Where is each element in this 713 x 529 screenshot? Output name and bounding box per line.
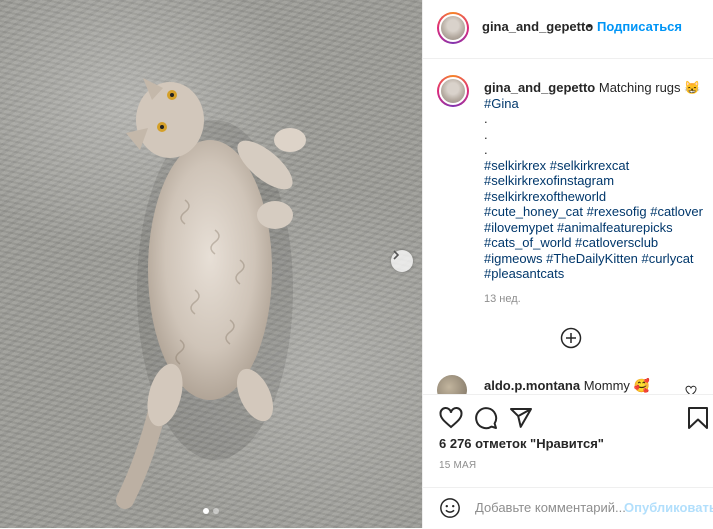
comment-body: Mommy 🥰 bbox=[583, 378, 650, 393]
caption-dot: . bbox=[484, 111, 488, 126]
carousel-dot bbox=[213, 508, 219, 514]
plus-circle-icon[interactable] bbox=[560, 327, 582, 349]
author-avatar[interactable] bbox=[437, 12, 469, 44]
carousel-indicator bbox=[0, 508, 422, 514]
commenter-avatar[interactable] bbox=[437, 375, 467, 394]
add-comment-bar: Опубликовать bbox=[423, 487, 713, 529]
post-header: gina_and_gepetto • Подписаться bbox=[423, 0, 713, 59]
separator-dot: • bbox=[587, 18, 592, 33]
caption-username[interactable]: gina_and_gepetto bbox=[484, 80, 595, 95]
cat-illustration bbox=[116, 78, 306, 509]
hashtag-line[interactable]: #pleasantcats bbox=[484, 266, 704, 282]
caption-body: Matching rugs 😸 bbox=[598, 80, 701, 95]
hashtag-line[interactable]: #igmeows #TheDailyKitten #curlycat bbox=[484, 251, 704, 267]
caption-text: gina_and_gepetto Matching rugs 😸 #Gina .… bbox=[484, 80, 704, 282]
hashtag-line[interactable]: #selkirkrex #selkirkrexcat bbox=[484, 158, 704, 174]
hashtag-line[interactable]: #cute_honey_cat #rexesofig #catlover bbox=[484, 204, 704, 220]
caption-time: 13 нед. bbox=[484, 293, 521, 305]
comment-text: aldo.p.montana Mommy 🥰 bbox=[484, 378, 650, 394]
like-count[interactable]: 6 276 отметок "Нравится" bbox=[439, 436, 604, 451]
hashtag-line[interactable]: #selkirkrexofinstagram bbox=[484, 173, 704, 189]
post-dialog: gina_and_gepetto • Подписаться gina_and_… bbox=[0, 0, 713, 528]
hashtag-line[interactable]: #ilovemypet #animalfeaturepicks bbox=[484, 220, 704, 236]
bookmark-icon[interactable] bbox=[687, 406, 709, 430]
chevron-right-icon bbox=[393, 250, 400, 260]
comments-area: gina_and_gepetto Matching rugs 😸 #Gina .… bbox=[423, 59, 713, 394]
follow-button[interactable]: Подписаться bbox=[597, 19, 682, 34]
caption-dot: . bbox=[484, 126, 488, 142]
author-username[interactable]: gina_and_gepetto bbox=[482, 19, 593, 34]
comment-item: aldo.p.montana Mommy 🥰 bbox=[437, 375, 697, 394]
post-sidebar: gina_and_gepetto • Подписаться gina_and_… bbox=[422, 0, 713, 528]
heart-icon[interactable] bbox=[439, 406, 463, 430]
post-photo[interactable] bbox=[0, 0, 422, 528]
next-photo-button[interactable] bbox=[391, 250, 413, 272]
hashtag-line[interactable]: #selkirkrexoftheworld bbox=[484, 189, 704, 205]
hashtag-gina[interactable]: #Gina bbox=[484, 96, 704, 112]
comment-icon[interactable] bbox=[474, 406, 498, 430]
post-actions: 6 276 отметок "Нравится" 15 МАЯ bbox=[423, 394, 713, 491]
comment-input[interactable] bbox=[475, 500, 625, 515]
caption-avatar[interactable] bbox=[437, 75, 469, 107]
hashtag-line[interactable]: #cats_of_world #catloversclub bbox=[484, 235, 704, 251]
carousel-dot bbox=[203, 508, 209, 514]
post-date: 15 МАЯ bbox=[439, 460, 477, 471]
publish-button[interactable]: Опубликовать bbox=[624, 500, 713, 515]
emoji-icon[interactable] bbox=[439, 497, 461, 519]
commenter-username[interactable]: aldo.p.montana bbox=[484, 378, 580, 393]
comment-like-icon[interactable] bbox=[685, 385, 697, 394]
share-icon[interactable] bbox=[509, 406, 533, 430]
caption-dot: . bbox=[484, 142, 488, 157]
